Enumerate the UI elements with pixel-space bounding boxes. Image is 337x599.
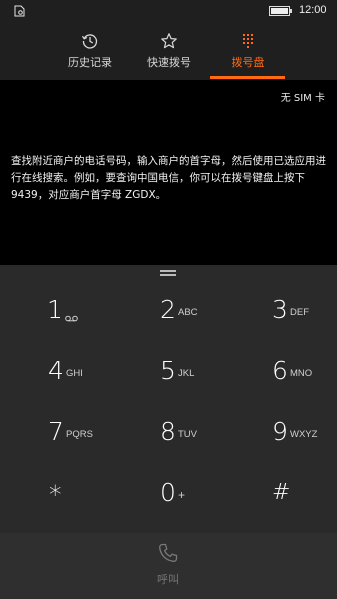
- call-label: 呼叫: [157, 573, 179, 586]
- key-letters: MNO: [290, 368, 313, 379]
- key-star[interactable]: *: [0, 478, 112, 539]
- tab-bar: 历史记录 快速拨号 拨号盘: [0, 22, 337, 80]
- key-digit: #: [272, 480, 291, 505]
- sim-status: 无 SIM 卡: [280, 93, 325, 104]
- history-icon: [81, 34, 98, 49]
- key-digit: 3: [272, 295, 288, 324]
- collapse-handle[interactable]: [160, 270, 176, 276]
- tab-label: 快速拨号: [147, 56, 191, 69]
- tab-label: 拨号盘: [231, 56, 265, 69]
- key-3[interactable]: 3 DEF: [224, 295, 336, 356]
- key-4[interactable]: 4 GHI: [0, 356, 112, 417]
- key-letters: ABC: [178, 307, 198, 318]
- key-digit: 1: [47, 295, 63, 324]
- key-1[interactable]: 1: [0, 295, 112, 356]
- key-letters: JKL: [178, 368, 195, 379]
- key-7[interactable]: 7 PQRS: [0, 417, 112, 478]
- key-letters: PQRS: [66, 429, 93, 440]
- tab-history[interactable]: 历史记录: [52, 22, 128, 80]
- key-digit: *: [49, 480, 62, 509]
- number-display: 无 SIM 卡 查找附近商户的电话号码，输入商户的首字母，然后使用已选应用进行在…: [0, 80, 337, 265]
- battery-full-icon: [269, 6, 292, 16]
- settings-sim-icon: [14, 5, 25, 17]
- dialpad-icon: [243, 34, 253, 48]
- call-button[interactable]: 呼叫: [138, 533, 198, 599]
- star-icon: [161, 33, 177, 49]
- key-letters: DEF: [290, 307, 309, 318]
- key-hash[interactable]: #: [224, 478, 336, 539]
- key-letters: TUV: [178, 429, 197, 440]
- key-digit: 4: [48, 356, 64, 385]
- phone-icon: [159, 543, 178, 562]
- tab-label: 历史记录: [68, 56, 112, 69]
- key-letters: GHI: [66, 368, 83, 379]
- key-2[interactable]: 2 ABC: [112, 295, 224, 356]
- key-6[interactable]: 6 MNO: [224, 356, 336, 417]
- key-5[interactable]: 5 JKL: [112, 356, 224, 417]
- key-digit: 8: [160, 417, 176, 446]
- key-letters: WXYZ: [290, 429, 318, 440]
- status-bar: 12:00: [0, 0, 337, 22]
- key-digit: 2: [160, 295, 176, 324]
- active-tab-indicator: [210, 76, 285, 79]
- tab-dialpad[interactable]: 拨号盘: [210, 22, 286, 80]
- key-digit: 6: [272, 356, 288, 385]
- status-time: 12:00: [299, 4, 327, 16]
- voicemail-icon: [65, 315, 78, 322]
- key-digit: 0: [160, 478, 176, 507]
- dialpad: 1 2 ABC 3 DEF 4 GHI 5 JKL 6 MNO 7 PQRS 8…: [0, 265, 337, 533]
- key-digit: 5: [160, 356, 176, 385]
- key-0[interactable]: 0 +: [112, 478, 224, 539]
- key-9[interactable]: 9 WXYZ: [224, 417, 336, 478]
- key-digit: 9: [272, 417, 288, 446]
- business-search-hint: 查找附近商户的电话号码，输入商户的首字母，然后使用已选应用进行在线搜索。例如，要…: [11, 155, 326, 201]
- call-bar: 呼叫: [0, 533, 337, 599]
- key-letters: +: [178, 488, 186, 502]
- key-digit: 7: [48, 417, 64, 446]
- key-8[interactable]: 8 TUV: [112, 417, 224, 478]
- tab-speed-dial[interactable]: 快速拨号: [131, 22, 207, 80]
